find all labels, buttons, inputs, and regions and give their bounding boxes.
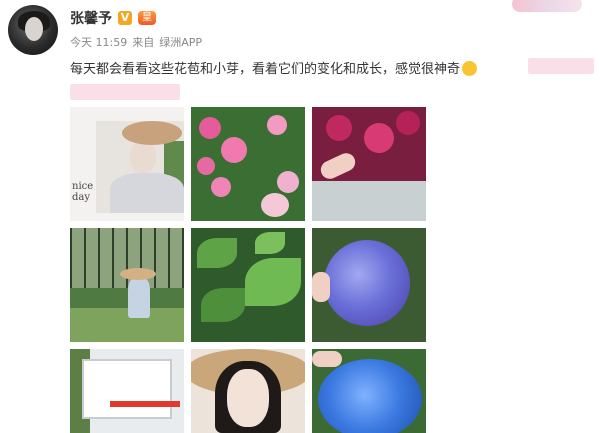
photo-face (227, 369, 269, 427)
photo-hand (317, 150, 359, 182)
user-name[interactable]: 张馨予 (70, 8, 112, 28)
photo-note: nice day (72, 181, 93, 203)
post-source-prefix: 来自 (132, 36, 155, 49)
photo-fence (70, 228, 184, 288)
post-time: 今天 11:59 (70, 36, 128, 49)
verified-icon: V (118, 11, 132, 25)
blurred-text (528, 58, 594, 74)
user-name-row: 张馨予 V 皇 (70, 8, 156, 28)
photo-note-line-2: day (72, 192, 91, 203)
photo-3[interactable] (312, 107, 426, 221)
photo-hydrangea (318, 359, 422, 433)
photo-4[interactable] (70, 228, 184, 342)
photo-box (82, 359, 172, 419)
photo-foliage (312, 181, 426, 221)
user-avatar[interactable] (8, 5, 58, 55)
photo-ground (70, 308, 184, 342)
post-body: 每天都会看看这些花苞和小芽，看着它们的变化和成长，感觉很神奇 (70, 62, 461, 77)
photo-8[interactable] (191, 349, 305, 433)
photo-shirt (110, 173, 184, 213)
photo-hydrangea (324, 240, 410, 326)
header-thumbnail (512, 0, 582, 12)
photo-red-handle (110, 401, 180, 407)
photo-1[interactable]: nice day (70, 107, 184, 221)
post-source-app[interactable]: 绿洲APP (159, 34, 202, 50)
photo-7[interactable] (70, 349, 184, 433)
photo-6[interactable] (312, 228, 426, 342)
post-meta: 今天 11:59 来自 绿洲APP (70, 34, 202, 50)
crown-icon: 皇 (138, 11, 156, 25)
photo-hand (312, 272, 330, 302)
blurred-text (70, 84, 180, 100)
photo-hand (312, 351, 342, 367)
emoji-icon (462, 61, 478, 76)
photo-note-line-1: nice (72, 181, 94, 192)
photo-9[interactable] (312, 349, 426, 433)
avatar-face (25, 17, 43, 41)
photo-hat (122, 121, 182, 145)
post-text: 每天都会看看这些花苞和小芽，看着它们的变化和成长，感觉很神奇 (70, 58, 478, 77)
photo-5[interactable] (191, 228, 305, 342)
photo-face (130, 141, 156, 173)
photo-2[interactable] (191, 107, 305, 221)
photo-hat (120, 268, 156, 280)
photo-person (128, 278, 150, 318)
